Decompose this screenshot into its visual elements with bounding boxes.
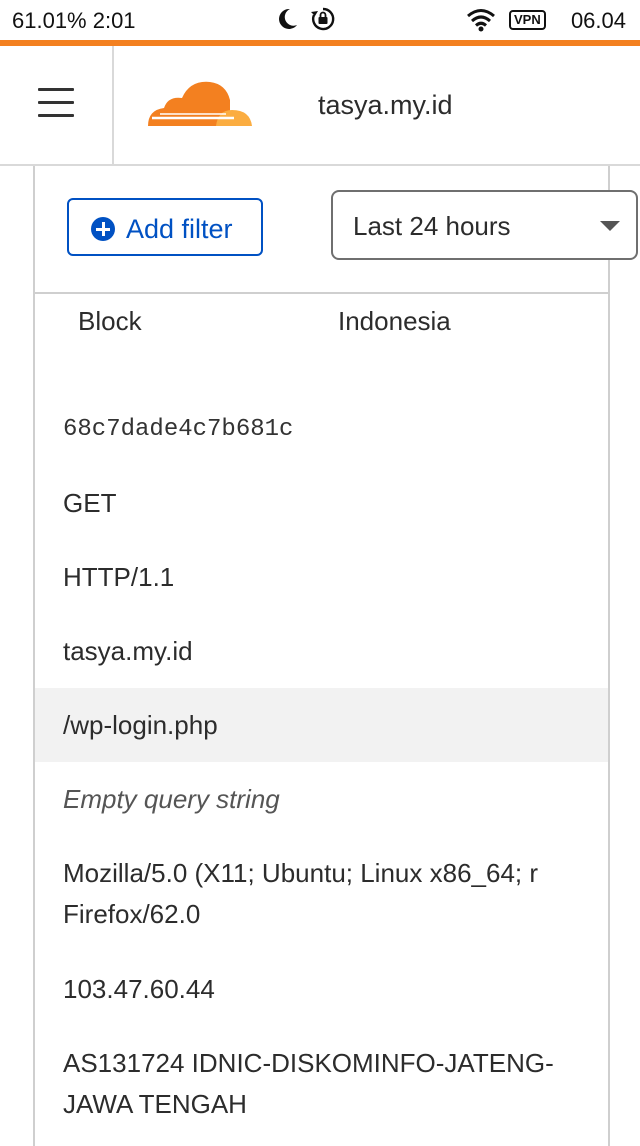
plus-circle-icon bbox=[91, 217, 115, 241]
header-divider bbox=[112, 46, 114, 164]
clock-text: 06.04 bbox=[570, 8, 626, 33]
time-range-select[interactable]: Last 24 hours bbox=[331, 190, 638, 260]
cloudflare-logo[interactable] bbox=[146, 78, 254, 128]
chevron-down-icon bbox=[600, 221, 620, 231]
site-name[interactable]: tasya.my.id bbox=[318, 90, 453, 121]
host-name: tasya.my.id bbox=[63, 636, 193, 666]
ray-id: 68c7dade4c7b681c bbox=[63, 416, 294, 443]
asn-line-1: AS131724 IDNIC-DISKOMINFO-JATENG- bbox=[63, 1048, 554, 1078]
user-agent: Mozilla/5.0 (X11; Ubuntu; Linux x86_64; … bbox=[63, 858, 608, 930]
add-filter-button[interactable]: Add filter bbox=[67, 198, 263, 256]
user-agent-line-2: Firefox/62.0 bbox=[63, 899, 201, 929]
battery-time-text: 61.01% 2:01 bbox=[12, 8, 136, 33]
asn-line-2: JAWA TENGAH bbox=[63, 1089, 247, 1119]
rotation-lock-icon bbox=[311, 7, 335, 31]
firewall-event-panel: Add filter Block Indonesia 68c7dade4c7b6… bbox=[33, 166, 610, 1146]
event-country: Indonesia bbox=[338, 306, 451, 336]
http-protocol: HTTP/1.1 bbox=[63, 562, 175, 592]
request-path: /wp-login.php bbox=[63, 710, 218, 740]
time-range-value: Last 24 hours bbox=[353, 211, 511, 241]
query-string: Empty query string bbox=[63, 784, 280, 814]
wifi-icon bbox=[467, 9, 495, 32]
http-method: GET bbox=[63, 488, 117, 518]
hamburger-menu-icon[interactable] bbox=[38, 88, 74, 118]
user-agent-line-1: Mozilla/5.0 (X11; Ubuntu; Linux x86_64; … bbox=[63, 858, 539, 888]
asn-info: AS131724 IDNIC-DISKOMINFO-JATENG- JAWA T… bbox=[63, 1048, 608, 1120]
vpn-badge: VPN bbox=[509, 10, 546, 30]
event-action: Block bbox=[78, 306, 142, 336]
ip-address: 103.47.60.44 bbox=[63, 974, 215, 1004]
status-bar: 61.01% 2:01 VPN 06.04 bbox=[0, 0, 640, 40]
app-header: tasya.my.id bbox=[0, 46, 640, 166]
moon-icon bbox=[279, 8, 297, 29]
add-filter-label: Add filter bbox=[126, 214, 233, 244]
